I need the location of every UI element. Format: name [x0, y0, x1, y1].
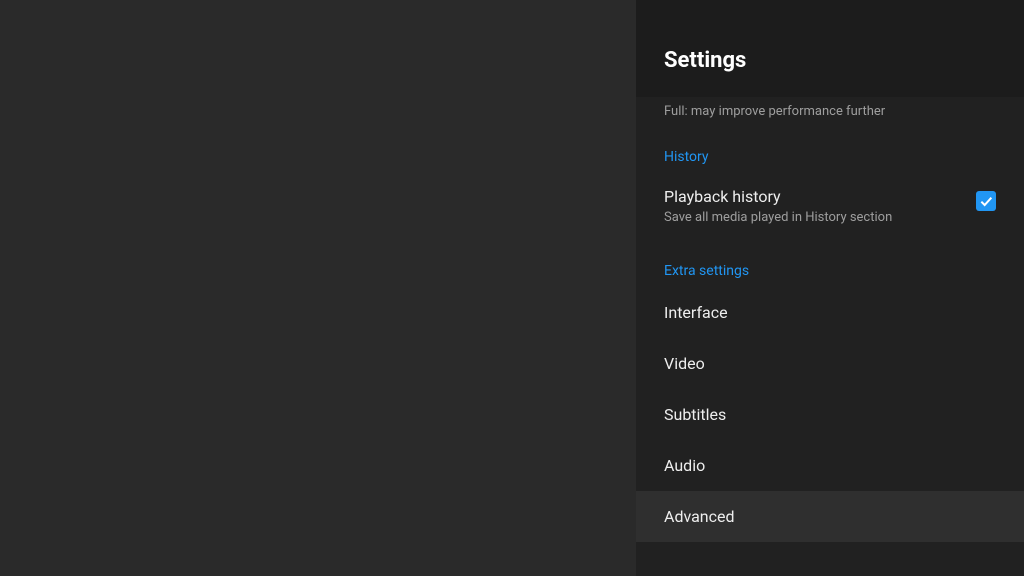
playback-history-item[interactable]: Playback history Save all media played i…	[636, 173, 1024, 239]
history-section-header: History	[636, 125, 1024, 173]
left-background-panel	[0, 0, 636, 576]
check-icon	[978, 193, 994, 209]
footer-spacer	[636, 542, 1024, 574]
page-title: Settings	[664, 48, 996, 73]
playback-history-text: Playback history Save all media played i…	[664, 187, 892, 225]
settings-panel: Settings Full: may improve performance f…	[636, 0, 1024, 576]
menu-item-interface[interactable]: Interface	[636, 287, 1024, 338]
menu-item-video[interactable]: Video	[636, 338, 1024, 389]
partial-description-text: Full: may improve performance further	[636, 97, 1024, 125]
settings-header: Settings	[636, 0, 1024, 97]
playback-history-checkbox[interactable]	[976, 191, 996, 211]
menu-item-subtitles[interactable]: Subtitles	[636, 389, 1024, 440]
playback-history-subtitle: Save all media played in History section	[664, 210, 892, 225]
playback-history-title: Playback history	[664, 187, 892, 206]
menu-item-advanced[interactable]: Advanced	[636, 491, 1024, 542]
menu-item-audio[interactable]: Audio	[636, 440, 1024, 491]
settings-content: Full: may improve performance further Hi…	[636, 97, 1024, 576]
extra-settings-section-header: Extra settings	[636, 239, 1024, 287]
